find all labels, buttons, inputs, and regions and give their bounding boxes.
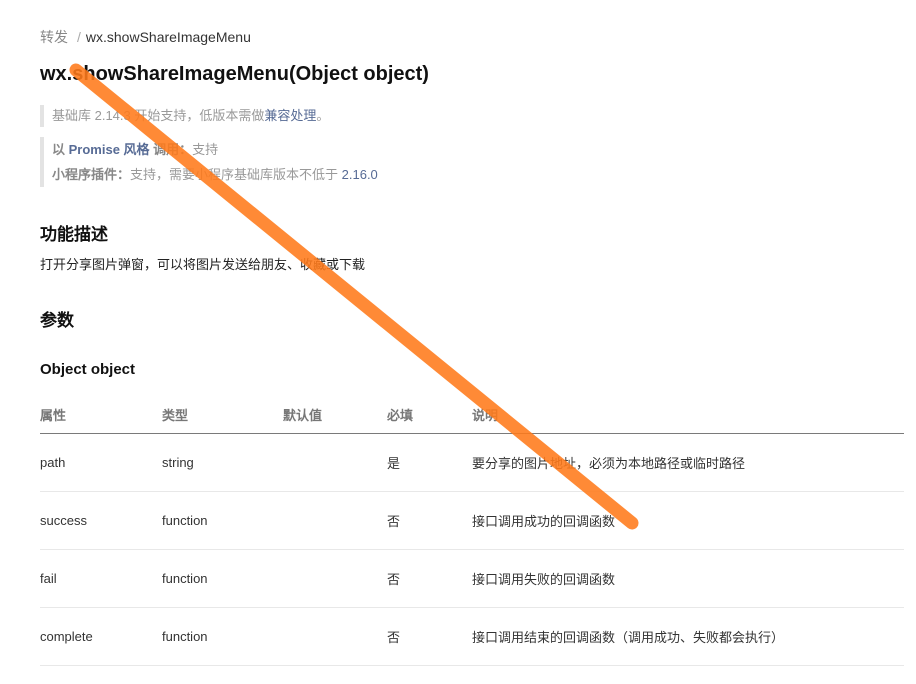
plugin-support-line: 小程序插件：支持，需要小程序基础库版本不低于 2.16.0 (52, 162, 378, 187)
table-row: success function 否 接口调用成功的回调函数 (40, 492, 904, 550)
breadcrumb-parent-link[interactable]: 转发 (40, 29, 68, 45)
promise-label: 调用： (149, 142, 193, 157)
table-row: complete function 否 接口调用结束的回调函数（调用成功、失败都… (40, 608, 904, 666)
promise-prefix: 以 (52, 142, 69, 157)
header-property: 属性 (40, 408, 67, 423)
param-required: 否 (387, 572, 401, 587)
param-description: 接口调用成功的回调函数 (472, 514, 616, 529)
promise-value: 支持 (192, 142, 219, 157)
base-library-note: 基础库 2.14.3 开始支持，低版本需做兼容处理。 (40, 105, 329, 127)
param-name: success (40, 513, 87, 528)
breadcrumb-separator: / (77, 29, 81, 45)
param-type: function (162, 629, 208, 644)
breadcrumb-current: wx.showShareImageMenu (85, 29, 251, 45)
page-title: wx.showShareImageMenu(Object object) (40, 63, 429, 85)
object-heading: Object object (40, 361, 136, 378)
param-type: function (162, 571, 208, 586)
plugin-text: 支持，需要小程序基础库版本不低于 (130, 167, 342, 182)
header-type: 类型 (162, 408, 189, 423)
promise-style-link[interactable]: Promise 风格 (69, 142, 150, 157)
header-required: 必填 (387, 408, 414, 423)
param-required: 否 (387, 630, 401, 645)
table-header-row: 属性 类型 默认值 必填 说明 (40, 396, 904, 434)
base-library-suffix: 。 (316, 108, 330, 123)
param-type: string (162, 455, 194, 470)
plugin-version: 2.16.0 (341, 167, 378, 182)
param-name: complete (40, 629, 93, 644)
promise-support-line: 以 Promise 风格 调用：支持 (52, 137, 378, 162)
param-description: 要分享的图片地址，必须为本地路径或临时路径 (472, 456, 746, 471)
param-required: 是 (387, 456, 401, 471)
table-row: fail function 否 接口调用失败的回调函数 (40, 550, 904, 608)
param-required: 否 (387, 514, 401, 529)
param-description: 接口调用失败的回调函数 (472, 572, 616, 587)
table-row: path string 是 要分享的图片地址，必须为本地路径或临时路径 (40, 434, 904, 492)
breadcrumb: 转发 / wx.showShareImageMenu (40, 27, 251, 47)
compat-link[interactable]: 兼容处理 (264, 108, 316, 123)
header-description: 说明 (472, 408, 499, 423)
params-table: 属性 类型 默认值 必填 说明 path string 是 要分享的图片地址，必… (40, 396, 904, 666)
param-name: fail (40, 571, 57, 586)
description-text: 打开分享图片弹窗，可以将图片发送给朋友、收藏或下载 (40, 257, 366, 272)
param-type: function (162, 513, 208, 528)
param-description: 接口调用结束的回调函数（调用成功、失败都会执行） (472, 630, 785, 645)
header-default: 默认值 (283, 408, 323, 423)
params-heading: 参数 (40, 311, 74, 330)
base-library-text: 基础库 2.14.3 开始支持，低版本需做 (52, 108, 265, 123)
param-name: path (40, 455, 66, 470)
support-note: 以 Promise 风格 调用：支持 小程序插件：支持，需要小程序基础库版本不低… (40, 137, 378, 187)
description-heading: 功能描述 (40, 225, 108, 244)
plugin-label: 小程序插件： (52, 167, 131, 182)
